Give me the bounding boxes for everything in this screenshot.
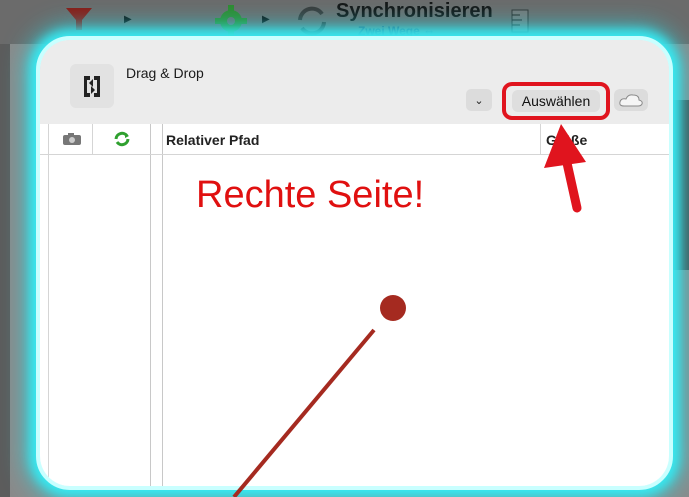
icon-columns <box>40 124 151 486</box>
chevron-down-icon: ⌄ <box>474 94 484 107</box>
filter-icon[interactable] <box>64 6 94 32</box>
refresh-icon[interactable] <box>112 131 132 147</box>
annotation-text: Rechte Seite! <box>196 174 425 216</box>
swap-sides-button[interactable] <box>70 64 114 108</box>
history-dropdown-button[interactable]: ⌄ <box>466 89 492 111</box>
folder-path-field[interactable] <box>126 84 496 114</box>
column-divider <box>540 124 541 154</box>
column-divider <box>92 124 93 154</box>
column-header-row: Relativer Pfad Größe <box>40 124 669 155</box>
cloud-button[interactable] <box>614 89 648 111</box>
swap-icon <box>84 76 100 97</box>
right-side-panel: Drag & Drop ⌄ Auswählen Relativer Pfad G… <box>36 36 673 490</box>
column-header-size[interactable]: Größe <box>546 132 587 148</box>
select-folder-button[interactable]: Auswählen <box>511 90 601 112</box>
panel-header: Drag & Drop ⌄ Auswählen <box>40 40 669 124</box>
cloud-icon <box>619 94 643 107</box>
ruler-icon[interactable] <box>510 8 530 34</box>
drag-drop-label: Drag & Drop <box>126 65 204 81</box>
gap-column <box>152 124 163 486</box>
filter-caret-icon[interactable]: ▶ <box>124 14 132 25</box>
sync-icon[interactable] <box>294 4 330 38</box>
sync-title[interactable]: Synchronisieren <box>336 0 493 23</box>
select-folder-button-highlight[interactable]: Auswählen <box>502 82 610 120</box>
gear-caret-icon[interactable]: ▶ <box>262 14 270 25</box>
camera-icon[interactable] <box>62 132 82 146</box>
column-header-relative-path[interactable]: Relativer Pfad <box>166 132 259 148</box>
gear-icon[interactable] <box>214 4 248 38</box>
